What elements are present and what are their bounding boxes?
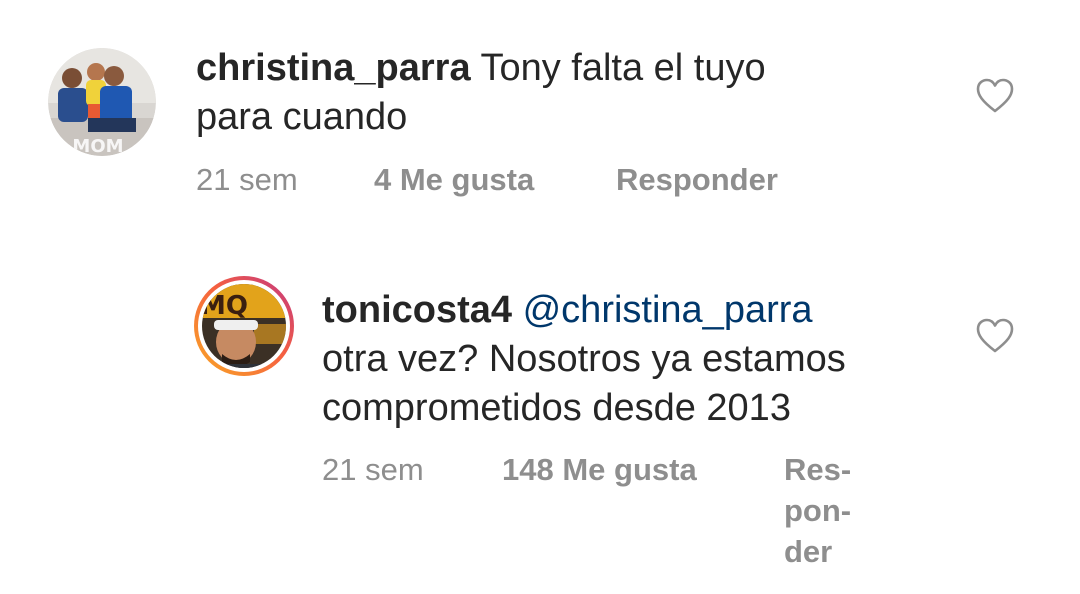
- reply-line-1: tonicosta4 @christina_parra: [322, 286, 942, 335]
- mention-link[interactable]: @christina_parra: [523, 289, 813, 331]
- comment-line-1: christina_parra Tony falta el tuyo: [196, 44, 956, 93]
- reply-text: tonicosta4 @christina_parra otra vez? No…: [322, 286, 942, 433]
- reply-reply-button[interactable]: Res- pon- der: [784, 449, 874, 572]
- reply-body-line-3: comprometidos desde 2013: [322, 387, 791, 429]
- comment-time: 21 sem: [196, 162, 298, 197]
- comment-body-line-2: para cuando: [196, 96, 408, 138]
- avatar-christina[interactable]: MOM: [48, 48, 156, 156]
- reply-button-part-2: pon-: [784, 493, 852, 528]
- reply-body-line-2: otra vez? Nosotros ya estamos: [322, 338, 846, 380]
- avatar-watermark-text: MOM: [72, 136, 123, 156]
- reply-button-part-3: der: [784, 534, 833, 569]
- heart-icon[interactable]: [976, 78, 1014, 114]
- comment-christina: MOM christina_parra Tony falta el tuyo p…: [0, 0, 1080, 230]
- reply-likes-count-button[interactable]: 148 Me gusta: [502, 452, 697, 488]
- reply-meta: 21 sem 148 Me gusta: [0, 452, 1080, 492]
- reply-time: 21 sem: [322, 452, 424, 487]
- avatar-tonicosta[interactable]: MQ: [192, 274, 296, 378]
- reply-button[interactable]: Responder: [616, 162, 778, 198]
- comment-tonicosta: MQ tonicosta4 @christina_parra otra vez?…: [0, 260, 1080, 594]
- comment-username[interactable]: christina_parra: [196, 47, 471, 89]
- reply-button-part-1: Res-: [784, 452, 852, 487]
- reply-username[interactable]: tonicosta4: [322, 289, 512, 331]
- comment-text: christina_parra Tony falta el tuyo para …: [196, 44, 956, 142]
- comment-meta: 21 sem 4 Me gusta Responder: [0, 162, 1080, 202]
- reply-heart-icon[interactable]: [976, 318, 1014, 354]
- comment-body-line-1: Tony falta el tuyo: [480, 47, 766, 89]
- likes-count-button[interactable]: 4 Me gusta: [374, 162, 534, 198]
